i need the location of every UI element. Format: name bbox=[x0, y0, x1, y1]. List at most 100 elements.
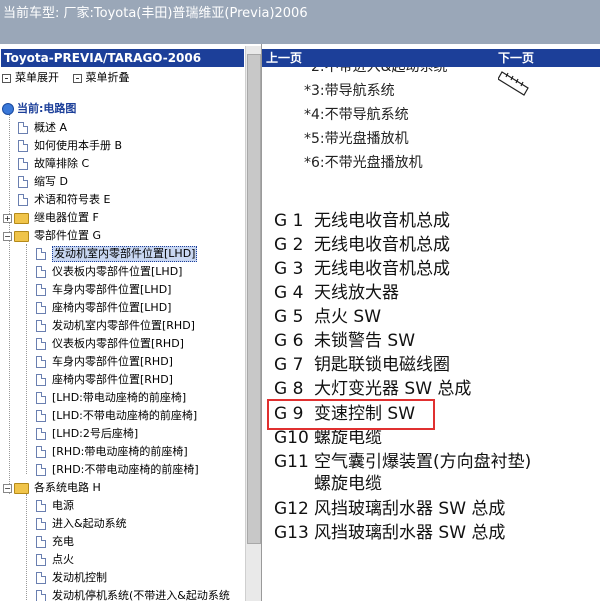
tree-item-body-lhd[interactable]: 车身内零部件位置[LHD] bbox=[36, 281, 171, 299]
collapse-all-button[interactable]: 菜单折叠 bbox=[72, 70, 130, 86]
legend-name: 点火 SW bbox=[314, 307, 382, 327]
scrollbar-thumb[interactable] bbox=[247, 54, 261, 544]
legend-name: 无线电收音机总成 bbox=[314, 235, 450, 255]
legend-name: 风挡玻璃刮水器 SW 总成 bbox=[314, 523, 506, 543]
legend-row: G 4 天线放大器 bbox=[274, 283, 399, 304]
tree-item-abbreviations[interactable]: 缩写 D bbox=[18, 173, 68, 191]
tree-item-label: 缩写 D bbox=[34, 175, 68, 188]
tree-scrollbar[interactable] bbox=[245, 46, 261, 601]
expand-all-button[interactable]: 菜单展开 bbox=[2, 70, 59, 86]
tree-root[interactable]: 当前:电路图 bbox=[2, 100, 76, 118]
tree-item-body-rhd[interactable]: 车身内零部件位置[RHD] bbox=[36, 353, 173, 371]
document-icon bbox=[36, 554, 46, 566]
legend-name: 螺旋电缆 bbox=[314, 474, 382, 494]
tree-item-power[interactable]: 电源 bbox=[36, 497, 74, 515]
legend-code: G 2 bbox=[274, 235, 304, 255]
tree-item-lhd-power-seat[interactable]: [LHD:带电动座椅的前座椅] bbox=[36, 389, 186, 407]
folder-open-icon bbox=[14, 482, 29, 494]
note-line: *5:带光盘播放机 bbox=[304, 131, 409, 147]
tree-item-dash-rhd[interactable]: 仪表板内零部件位置[RHD] bbox=[36, 335, 184, 353]
legend-row: G12 风挡玻璃刮水器 SW 总成 bbox=[274, 499, 505, 520]
tree-folder-parts[interactable]: − 零部件位置 G bbox=[3, 227, 101, 245]
tree-item-label: 发动机室内零部件位置[RHD] bbox=[52, 319, 195, 332]
tree-item-glossary[interactable]: 术语和符号表 E bbox=[18, 191, 110, 209]
document-icon bbox=[18, 194, 28, 206]
tree-folder-label: 继电器位置 F bbox=[34, 211, 99, 224]
legend-row: G 8 大灯变光器 SW 总成 bbox=[274, 379, 471, 400]
document-icon bbox=[36, 356, 46, 368]
legend-name: 风挡玻璃刮水器 SW 总成 bbox=[314, 499, 506, 519]
highlight-box bbox=[267, 399, 435, 430]
document-icon bbox=[36, 536, 46, 548]
document-icon bbox=[36, 266, 46, 278]
document-icon bbox=[36, 500, 46, 512]
tree-item-rhd-no-power-seat[interactable]: [RHD:不带电动座椅的前座椅] bbox=[36, 461, 199, 479]
tree-item-label: 点火 bbox=[52, 553, 74, 566]
prev-page-link[interactable]: 上一页 bbox=[266, 49, 302, 67]
tree-folder-relay[interactable]: + 继电器位置 F bbox=[3, 209, 99, 227]
tree-item-engine-room-rhd[interactable]: 发动机室内零部件位置[RHD] bbox=[36, 317, 195, 335]
note-line: *3:带导航系统 bbox=[304, 83, 395, 99]
legend-code: G 5 bbox=[274, 307, 304, 327]
legend-code: G11 bbox=[274, 452, 309, 472]
tree-item-label: [LHD:2号后座椅] bbox=[52, 427, 139, 440]
minus-icon[interactable]: − bbox=[3, 483, 12, 493]
tree-item-seat-rhd[interactable]: 座椅内零部件位置[RHD] bbox=[36, 371, 173, 389]
tree-item-label: 发动机控制 bbox=[52, 571, 107, 584]
tree-root-label: 当前:电路图 bbox=[17, 102, 77, 115]
tree-item-lhd-no-power-seat[interactable]: [LHD:不带电动座椅的前座椅] bbox=[36, 407, 197, 425]
tree-item-immobiliser[interactable]: 发动机停机系统(不带进入&起动系统 bbox=[36, 587, 230, 601]
legend-name: 空气囊引爆装置(方向盘衬垫) bbox=[314, 452, 532, 472]
tree-guide-line bbox=[9, 114, 10, 494]
document-icon bbox=[18, 176, 28, 188]
legend-row: G13 风挡玻璃刮水器 SW 总成 bbox=[274, 523, 505, 544]
tree-item-label: 如何使用本手册 B bbox=[34, 139, 123, 152]
legend-row: G 2 无线电收音机总成 bbox=[274, 235, 450, 256]
tree-item-manual-usage[interactable]: 如何使用本手册 B bbox=[18, 137, 122, 155]
document-icon bbox=[36, 374, 46, 386]
tree-item-label: 车身内零部件位置[RHD] bbox=[52, 355, 173, 368]
legend-row: G11 空气囊引爆装置(方向盘衬垫) bbox=[274, 452, 531, 473]
tree-item-dash-lhd[interactable]: 仪表板内零部件位置[LHD] bbox=[36, 263, 182, 281]
document-icon bbox=[18, 158, 28, 170]
tree-item-charging[interactable]: 充电 bbox=[36, 533, 74, 551]
document-icon bbox=[36, 572, 46, 584]
tree-item-label: 座椅内零部件位置[LHD] bbox=[52, 301, 172, 314]
expand-icon bbox=[2, 73, 11, 83]
legend-code: G 6 bbox=[274, 331, 304, 351]
document-icon bbox=[36, 410, 46, 422]
tree-item-overview[interactable]: 概述 A bbox=[18, 119, 67, 137]
title-bar: 当前车型: 厂家:Toyota(丰田)普瑞维亚(Previa)2006 bbox=[0, 0, 600, 44]
tree-item-lhd-rear-seat[interactable]: [LHD:2号后座椅] bbox=[36, 425, 138, 443]
next-page-link[interactable]: 下一页 bbox=[498, 49, 534, 67]
tree-item-label: 术语和符号表 E bbox=[34, 193, 111, 206]
minus-icon[interactable]: − bbox=[3, 231, 12, 241]
legend-code: G12 bbox=[274, 499, 309, 519]
tree-item-label: 充电 bbox=[52, 535, 74, 548]
legend-name: 钥匙联锁电磁线圈 bbox=[314, 355, 450, 375]
document-icon bbox=[36, 518, 46, 530]
legend-name: 无线电收音机总成 bbox=[314, 259, 450, 279]
legend-row: G 7 钥匙联锁电磁线圈 bbox=[274, 355, 450, 376]
tree-item-engine-control[interactable]: 发动机控制 bbox=[36, 569, 107, 587]
tree-item-entry-start[interactable]: 进入&起动系统 bbox=[36, 515, 127, 533]
collapse-icon bbox=[72, 73, 82, 83]
document-icon bbox=[18, 140, 28, 152]
tree-item-engine-room-lhd[interactable]: 发动机室内零部件位置[LHD] bbox=[36, 245, 198, 263]
tree-guide-line bbox=[26, 244, 27, 474]
legend-name: 螺旋电缆 bbox=[314, 428, 382, 448]
tree-folder-label: 各系统电路 H bbox=[34, 481, 101, 494]
tree-item-ignition[interactable]: 点火 bbox=[36, 551, 74, 569]
plus-icon[interactable]: + bbox=[3, 213, 12, 223]
tree-item-troubleshooting[interactable]: 故障排除 C bbox=[18, 155, 89, 173]
tree-item-label: 座椅内零部件位置[RHD] bbox=[52, 373, 173, 386]
tree-item-rhd-power-seat[interactable]: [RHD:带电动座椅的前座椅] bbox=[36, 443, 188, 461]
tree-folder-systems[interactable]: − 各系统电路 H bbox=[3, 479, 101, 497]
document-icon bbox=[36, 284, 46, 296]
document-icon bbox=[36, 590, 46, 601]
note-line: *4:不带导航系统 bbox=[304, 107, 409, 123]
tree-item-seat-lhd[interactable]: 座椅内零部件位置[LHD] bbox=[36, 299, 171, 317]
legend-name: 天线放大器 bbox=[314, 283, 399, 303]
folder-icon bbox=[14, 212, 29, 224]
legend-code: G 1 bbox=[274, 211, 304, 231]
